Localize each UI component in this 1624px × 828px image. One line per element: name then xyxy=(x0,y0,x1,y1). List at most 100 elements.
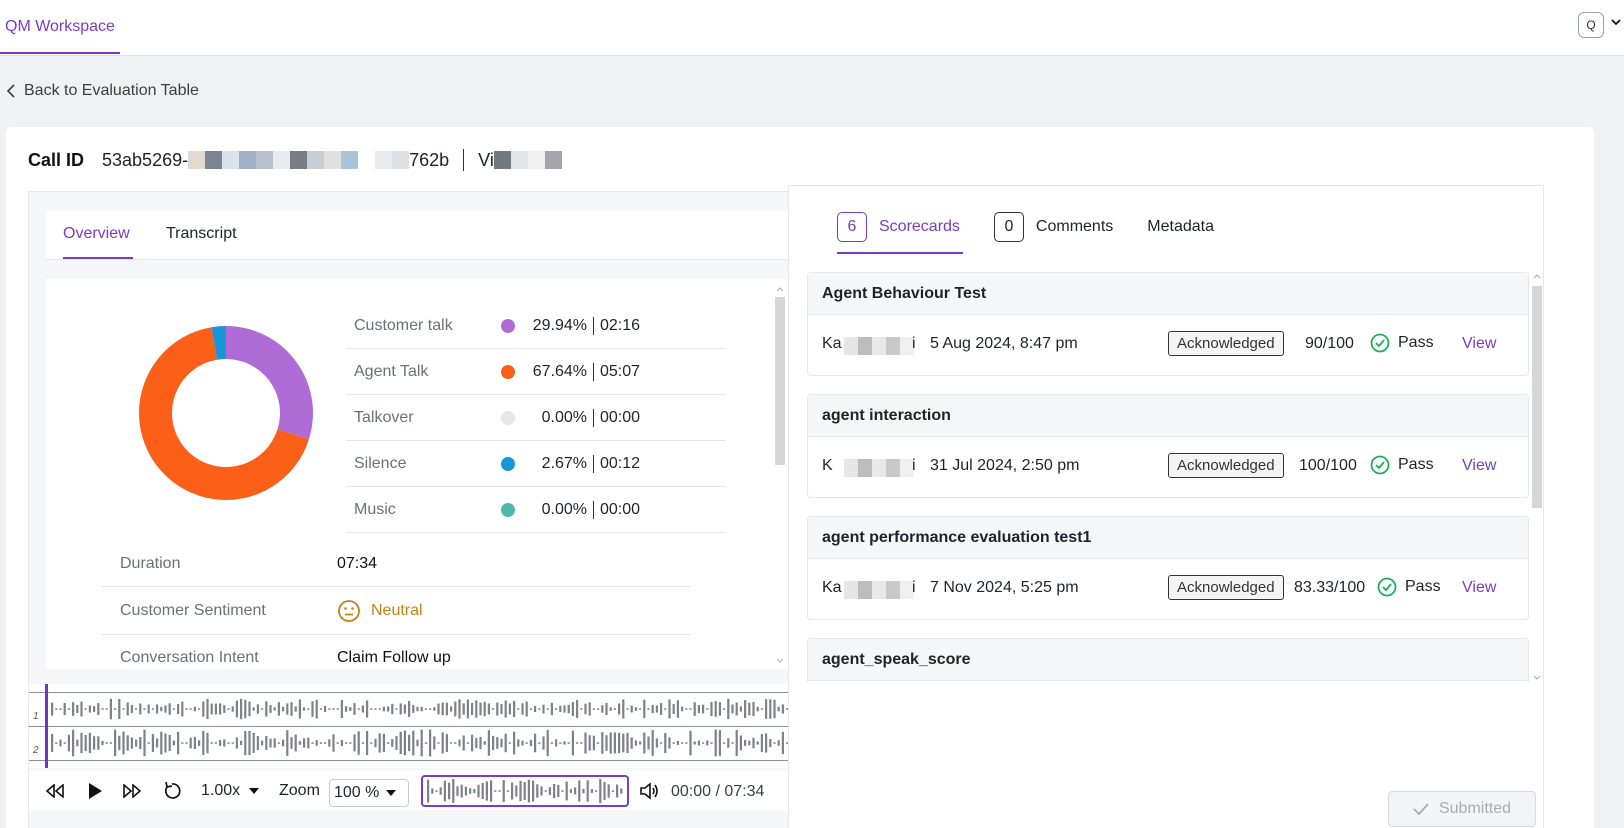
volume-icon[interactable] xyxy=(639,781,661,801)
status-badge: Acknowledged xyxy=(1168,331,1284,356)
waveform-bar xyxy=(332,734,335,752)
waveform-bar xyxy=(72,702,75,716)
tab-qm-workspace[interactable]: QM Workspace xyxy=(5,18,115,36)
zoom-select[interactable]: 100 % xyxy=(329,779,409,807)
waveform-bar xyxy=(353,703,356,715)
info-row-duration: Duration 07:34 xyxy=(101,541,691,587)
play-icon[interactable] xyxy=(87,782,103,800)
waveform-bar xyxy=(655,738,658,748)
playback-time: 00:00 / 07:34 xyxy=(671,783,765,800)
waveform-bar xyxy=(219,703,222,715)
legend-row: Agent Talk 67.64% 05:07 xyxy=(346,349,726,395)
waveform-bar xyxy=(622,699,625,719)
waveform-bar xyxy=(664,733,667,753)
waveform-bar xyxy=(231,742,234,744)
tab-underline xyxy=(837,252,963,254)
waveform-bar xyxy=(576,700,579,718)
fast-forward-icon[interactable] xyxy=(122,784,142,798)
tab-comments[interactable]: 0 Comments xyxy=(993,212,1113,242)
waveform-bar xyxy=(578,780,581,802)
waveform-bar xyxy=(126,735,129,751)
waveform-bar xyxy=(561,790,564,792)
scorecard[interactable]: agent interaction Ki 31 Jul 2024, 2:50 pm A… xyxy=(807,394,1529,498)
waveform-bar xyxy=(97,703,100,715)
waveform-bar xyxy=(521,703,524,715)
waveform-bar xyxy=(525,701,528,717)
scorecard-body: Ka i 5 Aug 2024, 8:47 pm Acknowledged 90/100… xyxy=(808,315,1528,377)
waveform-minimap[interactable] xyxy=(421,775,629,807)
waveform-bar xyxy=(59,708,62,710)
waveform-bar xyxy=(139,737,142,750)
waveform-bar xyxy=(639,708,642,710)
submitted-button[interactable]: Submitted xyxy=(1388,791,1536,827)
scrollbar-thumb[interactable] xyxy=(1532,286,1542,508)
scorecard[interactable]: Agent Behaviour Test Ka i 5 Aug 2024, 8:47 … xyxy=(807,272,1529,376)
waveform-bar xyxy=(584,732,587,754)
scorecards-count: 6 xyxy=(837,212,867,242)
sentiment-label: Neutral xyxy=(371,601,423,619)
waveform-bar xyxy=(647,736,650,750)
waveform-bar xyxy=(248,701,251,717)
waveform-bar xyxy=(353,734,356,752)
waveform-bar xyxy=(420,729,423,757)
scorecard[interactable]: agent performance evaluation test1 Ka i 7 N… xyxy=(807,516,1529,620)
waveform-bar xyxy=(340,739,343,746)
scrollbar-thumb[interactable] xyxy=(775,297,785,465)
user-avatar[interactable]: Q xyxy=(1578,12,1604,38)
chevron-down-icon[interactable] xyxy=(1610,16,1622,28)
waveform-bar xyxy=(466,742,469,744)
tab-transcript[interactable]: Transcript xyxy=(166,225,237,243)
waveform-bar xyxy=(256,736,259,750)
waveform-bar xyxy=(151,708,154,710)
view-scorecard-link[interactable]: View xyxy=(1462,457,1496,475)
audio-waveform[interactable]: 1 2 xyxy=(29,684,812,768)
waveform-bar xyxy=(202,701,205,717)
check-circle-icon xyxy=(1370,455,1390,475)
waveform-bar xyxy=(214,703,217,715)
waveform-bar xyxy=(336,708,339,710)
scroll-up-icon[interactable] xyxy=(1531,272,1543,280)
overview-scrollbar[interactable] xyxy=(774,285,786,665)
waveform-bar xyxy=(706,740,709,746)
waveform-bar xyxy=(391,739,394,747)
waveform-bar xyxy=(546,708,549,710)
tab-scorecards[interactable]: 6 Scorecards xyxy=(837,212,960,242)
scroll-up-icon[interactable] xyxy=(774,285,786,293)
separator xyxy=(593,454,594,473)
waveform-bar xyxy=(445,702,448,716)
waveform-bar xyxy=(450,706,453,712)
legend-dot xyxy=(501,410,515,425)
waveform-bar xyxy=(544,790,547,792)
legend-time: 05:07 xyxy=(600,362,641,380)
waveform-bar xyxy=(156,704,159,714)
waveform-bar xyxy=(298,699,301,719)
view-scorecard-link[interactable]: View xyxy=(1462,579,1496,597)
waveform-bar xyxy=(639,741,642,745)
tab-metadata[interactable]: Metadata xyxy=(1147,218,1214,236)
scroll-down-icon[interactable] xyxy=(774,657,786,665)
back-to-evaluation-table-link[interactable]: Back to Evaluation Table xyxy=(6,82,199,100)
waveform-bar xyxy=(473,789,476,793)
rewind-icon[interactable] xyxy=(45,784,65,798)
waveform-bar xyxy=(408,701,411,717)
waveform-bar xyxy=(508,742,511,744)
speed-select[interactable]: 1.00x xyxy=(201,782,260,800)
waveform-bar xyxy=(477,784,480,798)
waveform-bar xyxy=(781,731,784,754)
waveform-bar xyxy=(332,708,335,710)
waveform-bar xyxy=(609,707,612,711)
tab-overview[interactable]: Overview xyxy=(63,225,130,243)
waveform-bar xyxy=(492,735,495,751)
playhead-cursor[interactable] xyxy=(45,684,48,768)
scorecard[interactable]: agent_speak_score xyxy=(807,638,1529,682)
replay-icon[interactable] xyxy=(162,781,182,801)
legend-row: Customer talk 29.94% 02:16 xyxy=(346,303,726,349)
scorecard-scrollbar[interactable] xyxy=(1531,272,1543,682)
view-scorecard-link[interactable]: View xyxy=(1462,335,1496,353)
scroll-down-icon[interactable] xyxy=(1531,674,1543,682)
waveform-bar xyxy=(471,734,474,752)
waveform-bar xyxy=(76,739,79,747)
waveform-bar xyxy=(105,708,108,710)
waveform-bar xyxy=(647,708,650,710)
info-row-intent: Conversation Intent Claim Follow up xyxy=(101,635,691,669)
